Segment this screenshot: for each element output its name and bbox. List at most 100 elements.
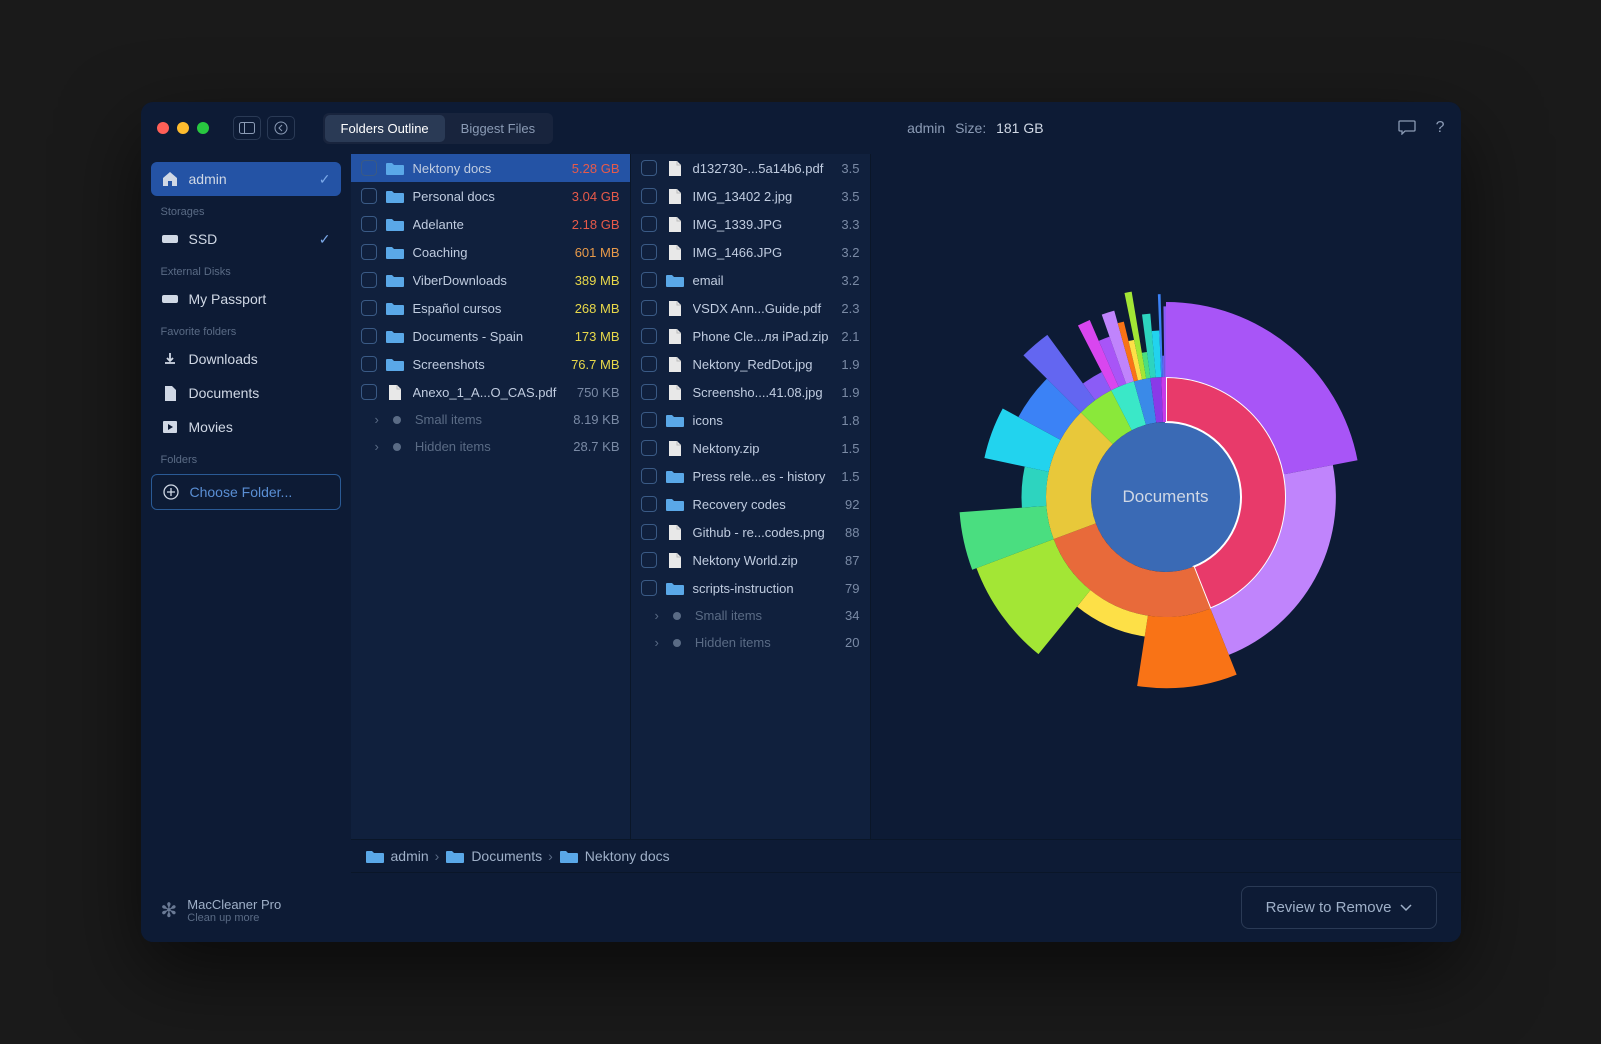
checkbox[interactable] [641,300,657,316]
folder-icon [385,356,405,372]
list-item[interactable]: Nektony.zip1.5 [631,434,870,462]
checkbox[interactable] [361,272,377,288]
item-name: Small items [695,608,837,623]
list-item[interactable]: email3.2 [631,266,870,294]
sidebar-fav-movies[interactable]: Movies [151,410,341,444]
checkbox[interactable] [641,412,657,428]
list-item[interactable]: Nektony World.zip87 [631,546,870,574]
dot-icon [673,639,681,647]
item-size: 1.9 [841,385,859,400]
close-window-button[interactable] [157,122,169,134]
sidebar-fav-documents[interactable]: Documents [151,376,341,410]
download-icon [161,350,179,368]
breadcrumb-item[interactable]: Nektony docs [559,848,670,864]
sidebar-fav-downloads[interactable]: Downloads [151,342,341,376]
list-sub-item[interactable]: ›Hidden items28.7 KB [351,433,630,460]
review-to-remove-button[interactable]: Review to Remove [1241,886,1437,929]
checkbox[interactable] [641,244,657,260]
list-item[interactable]: Adelante2.18 GB [351,210,630,238]
folder-icon [385,188,405,204]
item-name: Documents - Spain [413,329,567,344]
chevron-right-icon: › [375,439,379,454]
checkbox[interactable] [361,328,377,344]
list-item[interactable]: Anexo_1_A...O_CAS.pdf750 KB [351,378,630,406]
list-item[interactable]: Screensho....41.08.jpg1.9 [631,378,870,406]
back-button[interactable] [267,116,295,140]
checkbox[interactable] [361,244,377,260]
list-item[interactable]: IMG_1466.JPG3.2 [631,238,870,266]
checkbox[interactable] [641,160,657,176]
checkbox[interactable] [641,468,657,484]
list-item[interactable]: scripts-instruction79 [631,574,870,602]
checkbox[interactable] [641,496,657,512]
choose-folder-button[interactable]: Choose Folder... [151,474,341,510]
list-item[interactable]: Press rele...es - history1.5 [631,462,870,490]
item-name: Coaching [413,245,567,260]
list-item[interactable]: Nektony_RedDot.jpg1.9 [631,350,870,378]
checkbox[interactable] [361,356,377,372]
list-item[interactable]: Phone Cle...ля iPad.zip2.1 [631,322,870,350]
sunburst-chart[interactable]: Documents [871,154,1461,839]
chart-center-label: Documents [1123,487,1209,507]
columns-body: Nektony docs5.28 GBPersonal docs3.04 GBA… [351,154,1461,839]
list-sub-item[interactable]: ›Hidden items20 [631,629,870,656]
checkbox[interactable] [641,384,657,400]
folder-icon [385,300,405,316]
item-size: 2.18 GB [572,217,620,232]
checkbox[interactable] [641,580,657,596]
list-sub-item[interactable]: ›Small items34 [631,602,870,629]
folder-icon [385,328,405,344]
checkbox[interactable] [361,188,377,204]
folder-icon [665,496,685,512]
feedback-icon[interactable] [1398,119,1416,137]
checkbox[interactable] [361,160,377,176]
list-item[interactable]: IMG_13402 2.jpg3.5 [631,182,870,210]
list-item[interactable]: Recovery codes92 [631,490,870,518]
list-item[interactable]: Screenshots76.7 MB [351,350,630,378]
sidebar-user-home[interactable]: admin ✓ [151,162,341,196]
breadcrumb-item[interactable]: Documents [445,848,542,864]
sidebar-footer-promo[interactable]: ✻ MacCleaner Pro Clean up more [151,887,341,934]
list-item[interactable]: VSDX Ann...Guide.pdf2.3 [631,294,870,322]
list-item[interactable]: ViberDownloads389 MB [351,266,630,294]
item-name: Press rele...es - history [693,469,834,484]
list-sub-item[interactable]: ›Small items8.19 KB [351,406,630,433]
sidebar-external-passport[interactable]: My Passport [151,282,341,316]
promo-title: MacCleaner Pro [187,897,281,912]
list-item[interactable]: IMG_1339.JPG3.3 [631,210,870,238]
checkbox[interactable] [641,356,657,372]
checkbox[interactable] [361,300,377,316]
list-item[interactable]: d132730-...5a14b6.pdf3.5 [631,154,870,182]
maximize-window-button[interactable] [197,122,209,134]
list-item[interactable]: Coaching601 MB [351,238,630,266]
checkbox[interactable] [641,328,657,344]
checkbox[interactable] [641,524,657,540]
list-item[interactable]: Nektony docs5.28 GB [351,154,630,182]
promo-subtitle: Clean up more [187,912,281,924]
tab-folders-outline[interactable]: Folders Outline [325,115,445,142]
tab-biggest-files[interactable]: Biggest Files [445,115,551,142]
sidebar-storage-ssd[interactable]: SSD ✓ [151,222,341,256]
choose-folder-label: Choose Folder... [190,484,293,500]
item-size: 76.7 MB [571,357,619,372]
checkbox[interactable] [361,216,377,232]
checkbox[interactable] [641,188,657,204]
minimize-window-button[interactable] [177,122,189,134]
file-icon [385,384,405,400]
checkbox[interactable] [361,384,377,400]
sidebar-toggle-button[interactable] [233,116,261,140]
list-item[interactable]: icons1.8 [631,406,870,434]
checkbox[interactable] [641,440,657,456]
checkbox[interactable] [641,216,657,232]
list-item[interactable]: Documents - Spain173 MB [351,322,630,350]
list-item[interactable]: Español cursos268 MB [351,294,630,322]
help-icon[interactable]: ? [1436,119,1445,137]
dot-icon [393,416,401,424]
list-item[interactable]: Personal docs3.04 GB [351,182,630,210]
breadcrumb-item[interactable]: admin [365,848,429,864]
list-item[interactable]: Github - re...codes.png88 [631,518,870,546]
checkbox[interactable] [641,552,657,568]
item-name: Recovery codes [693,497,838,512]
item-name: IMG_1466.JPG [693,245,834,260]
checkbox[interactable] [641,272,657,288]
